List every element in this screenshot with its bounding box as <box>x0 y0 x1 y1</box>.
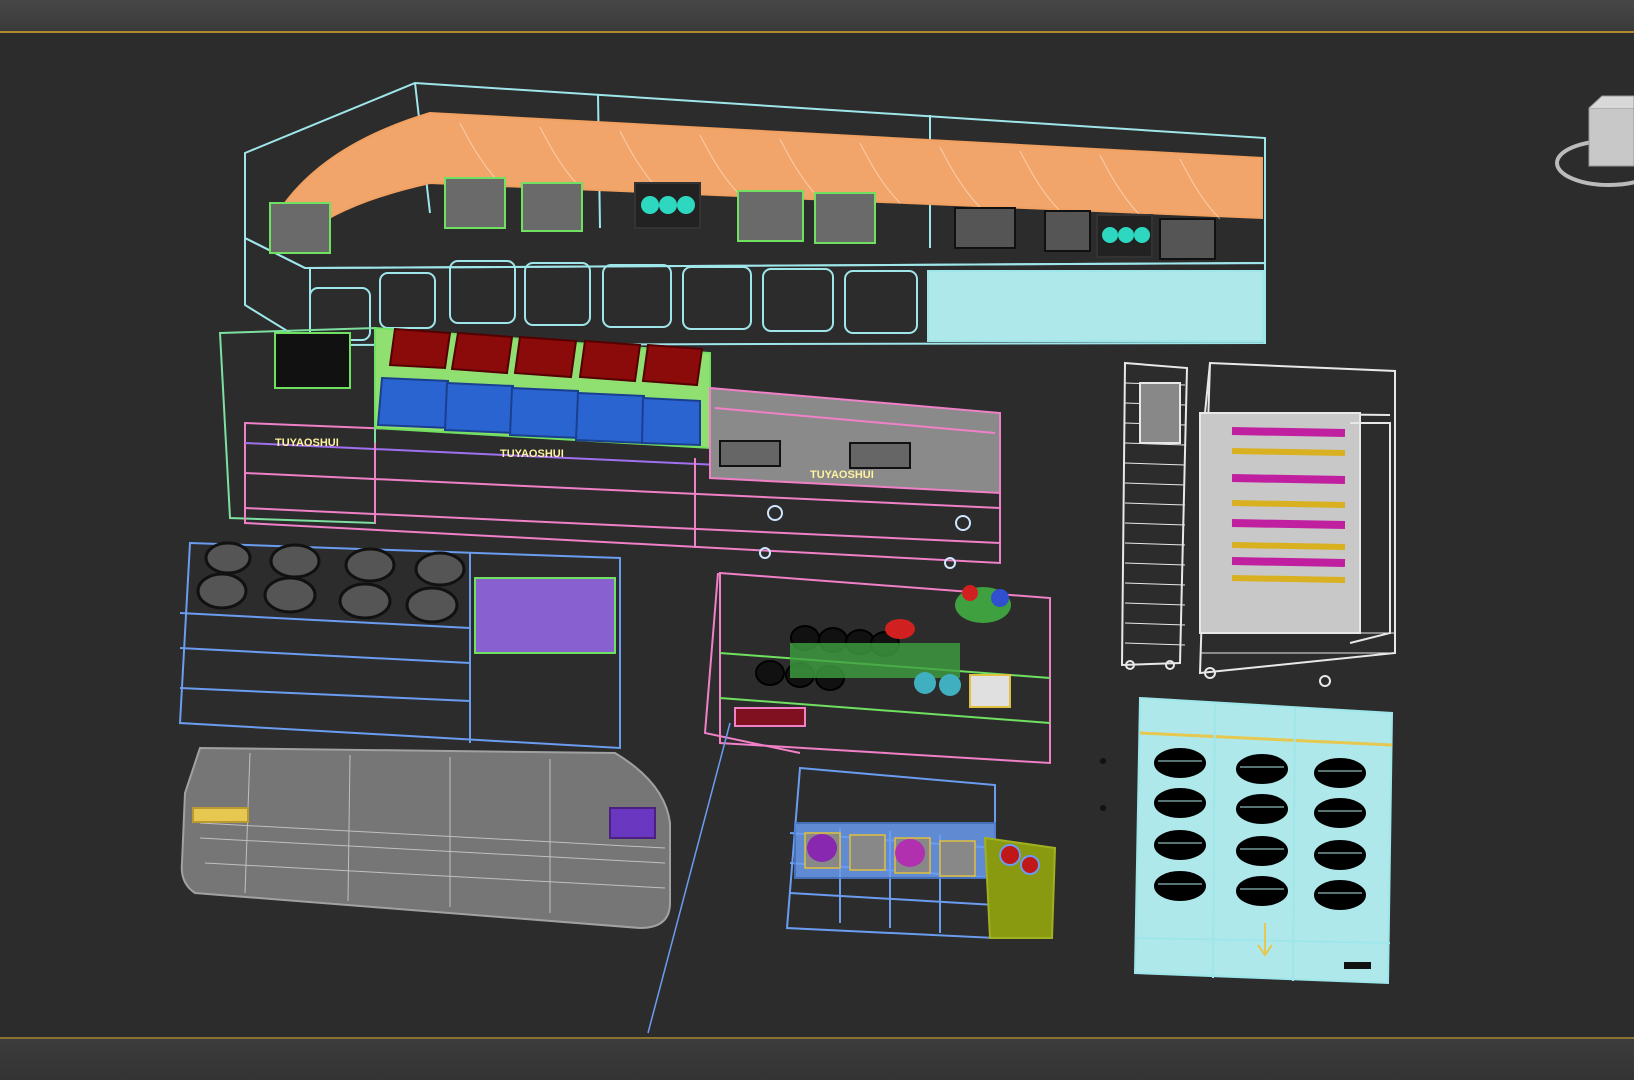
viewport-header-bar[interactable] <box>0 0 1634 33</box>
center-deli-case <box>703 571 1051 765</box>
scene-wireframe[interactable]: TUYAOSHUI TUYAOSHUI TUYAOSHUI <box>0 33 1634 1037</box>
counter-brand-label-left: TUYAOSHUI <box>275 437 339 449</box>
stray-points <box>1100 758 1106 811</box>
counter-brand-label-right: TUYAOSHUI <box>810 469 874 481</box>
perspective-viewport[interactable]: TUYAOSHUI TUYAOSHUI TUYAOSHUI <box>0 33 1634 1039</box>
gray-salad-bar <box>180 746 671 930</box>
white-warming-cabinet <box>1198 361 1396 687</box>
counter-brand-label-mid: TUYAOSHUI <box>500 448 564 460</box>
max-app-window: TUYAOSHUI TUYAOSHUI TUYAOSHUI <box>0 0 1634 1080</box>
small-blue-case <box>785 766 1057 940</box>
status-bar <box>0 1039 1634 1080</box>
cake-display-cabinet <box>1133 696 1394 985</box>
blue-warmer-cabinet <box>178 541 621 750</box>
white-rack-cart <box>1120 361 1189 670</box>
viewcube-icon[interactable] <box>1524 78 1634 228</box>
